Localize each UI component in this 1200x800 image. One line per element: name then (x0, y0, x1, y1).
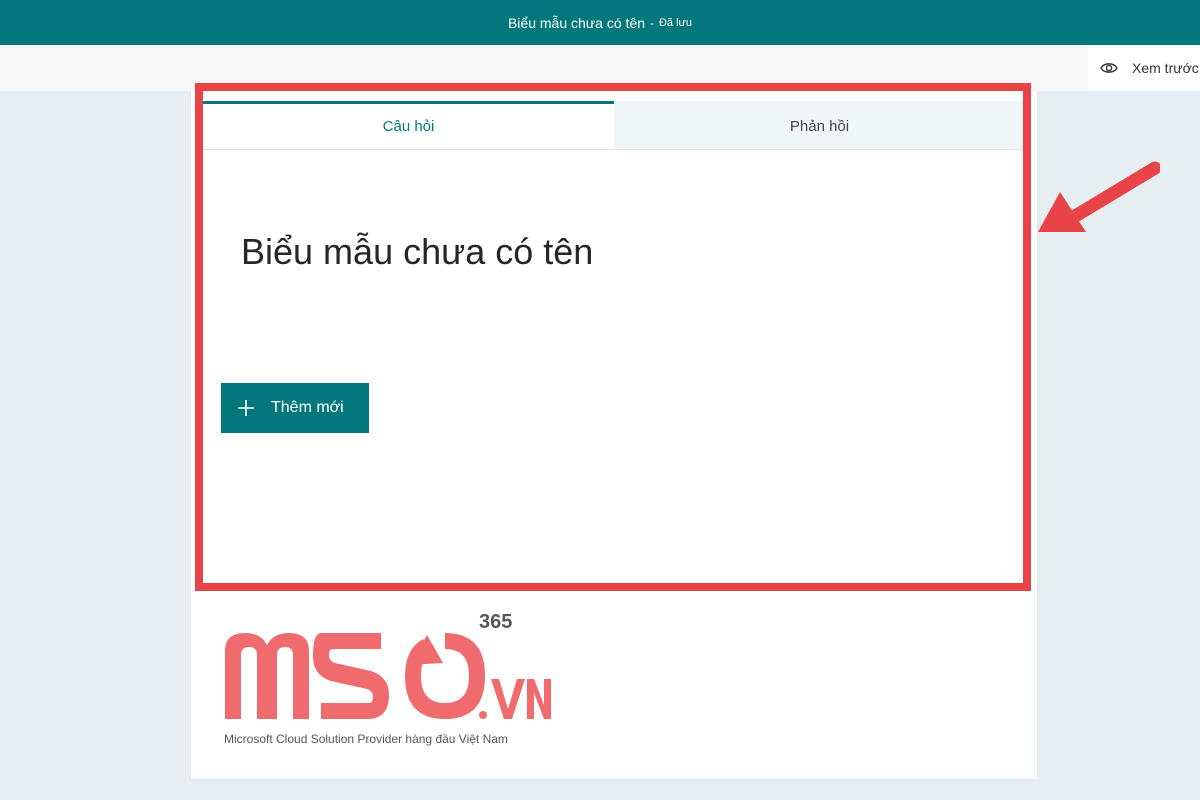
save-status: Đã lưu (658, 16, 693, 29)
preview-button[interactable]: Xem trước (1088, 45, 1200, 91)
title-separator: - (649, 15, 654, 30)
logo-superscript: 365 (479, 611, 513, 633)
eye-icon (1100, 62, 1118, 74)
header-bar: Biểu mẫu chưa có tên - Đã lưu (0, 0, 1200, 45)
mso-logo: 365 (221, 611, 551, 736)
preview-label: Xem trước (1132, 60, 1199, 76)
arrow-icon (1030, 150, 1162, 250)
form-title-header[interactable]: Biểu mẫu chưa có tên (508, 15, 645, 31)
tab-questions-label: Câu hỏi (382, 118, 435, 135)
form-title[interactable]: Biểu mẫu chưa có tên (241, 231, 593, 273)
tab-bar: Câu hỏi Phản hồi (203, 101, 1025, 150)
form-card: Câu hỏi Phản hồi Biểu mẫu chưa có tên Th… (191, 91, 1037, 779)
tab-responses-label: Phản hồi (789, 118, 850, 135)
tab-responses[interactable]: Phản hồi (614, 101, 1025, 149)
add-new-label: Thêm mới (271, 399, 344, 416)
plus-icon (237, 399, 255, 417)
logo-tagline: Microsoft Cloud Solution Provider hàng đ… (224, 732, 508, 746)
tab-questions[interactable]: Câu hỏi (203, 101, 614, 149)
toolbar (0, 45, 1200, 91)
add-new-button[interactable]: Thêm mới (221, 383, 369, 433)
